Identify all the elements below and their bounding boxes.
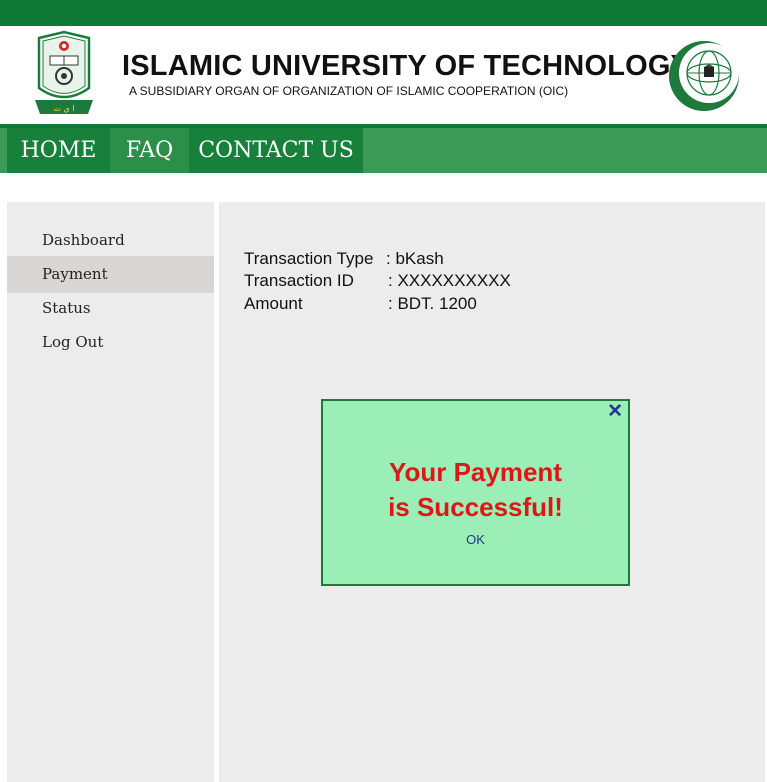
amount-value: : BDT. 1200	[388, 294, 477, 313]
sidebar-item-dashboard[interactable]: Dashboard	[7, 222, 214, 259]
iut-crest-logo: ا ي ت	[35, 30, 93, 114]
nav-faq[interactable]: FAQ	[110, 128, 189, 173]
nav-home[interactable]: HOME	[7, 128, 110, 173]
sidebar-item-payment[interactable]: Payment	[7, 256, 214, 293]
svg-text:ا ي ت: ا ي ت	[53, 104, 74, 113]
sidebar-item-status[interactable]: Status	[7, 290, 214, 327]
transaction-id-value: : XXXXXXXXXX	[388, 271, 511, 290]
transaction-id-label: Transaction ID	[244, 271, 354, 290]
transaction-type-value: : bKash	[386, 249, 444, 268]
top-bar	[0, 0, 767, 26]
university-subtitle: A SUBSIDIARY ORGAN OF ORGANIZATION OF IS…	[129, 84, 569, 98]
sidebar-item-log-out[interactable]: Log Out	[7, 324, 214, 361]
oic-globe-logo	[669, 41, 739, 111]
university-title: ISLAMIC UNIVERSITY OF TECHNOLOGY	[122, 50, 691, 82]
success-message-line-2: is Successful!	[388, 492, 563, 522]
nav-contact-us[interactable]: CONTACT US	[189, 128, 363, 173]
close-icon[interactable]: ✕	[607, 401, 623, 423]
payment-success-dialog: ✕ Your Payment is Successful! OK	[321, 399, 630, 586]
amount-label: Amount	[244, 294, 303, 313]
transaction-type-label: Transaction Type	[244, 249, 374, 268]
sidebar: Dashboard Payment Status Log Out	[7, 202, 214, 782]
ok-button[interactable]: OK	[323, 532, 628, 547]
success-message-line-1: Your Payment	[389, 457, 562, 487]
main-nav: HOME FAQ CONTACT US	[0, 128, 767, 173]
success-message: Your Payment is Successful!	[323, 455, 628, 525]
